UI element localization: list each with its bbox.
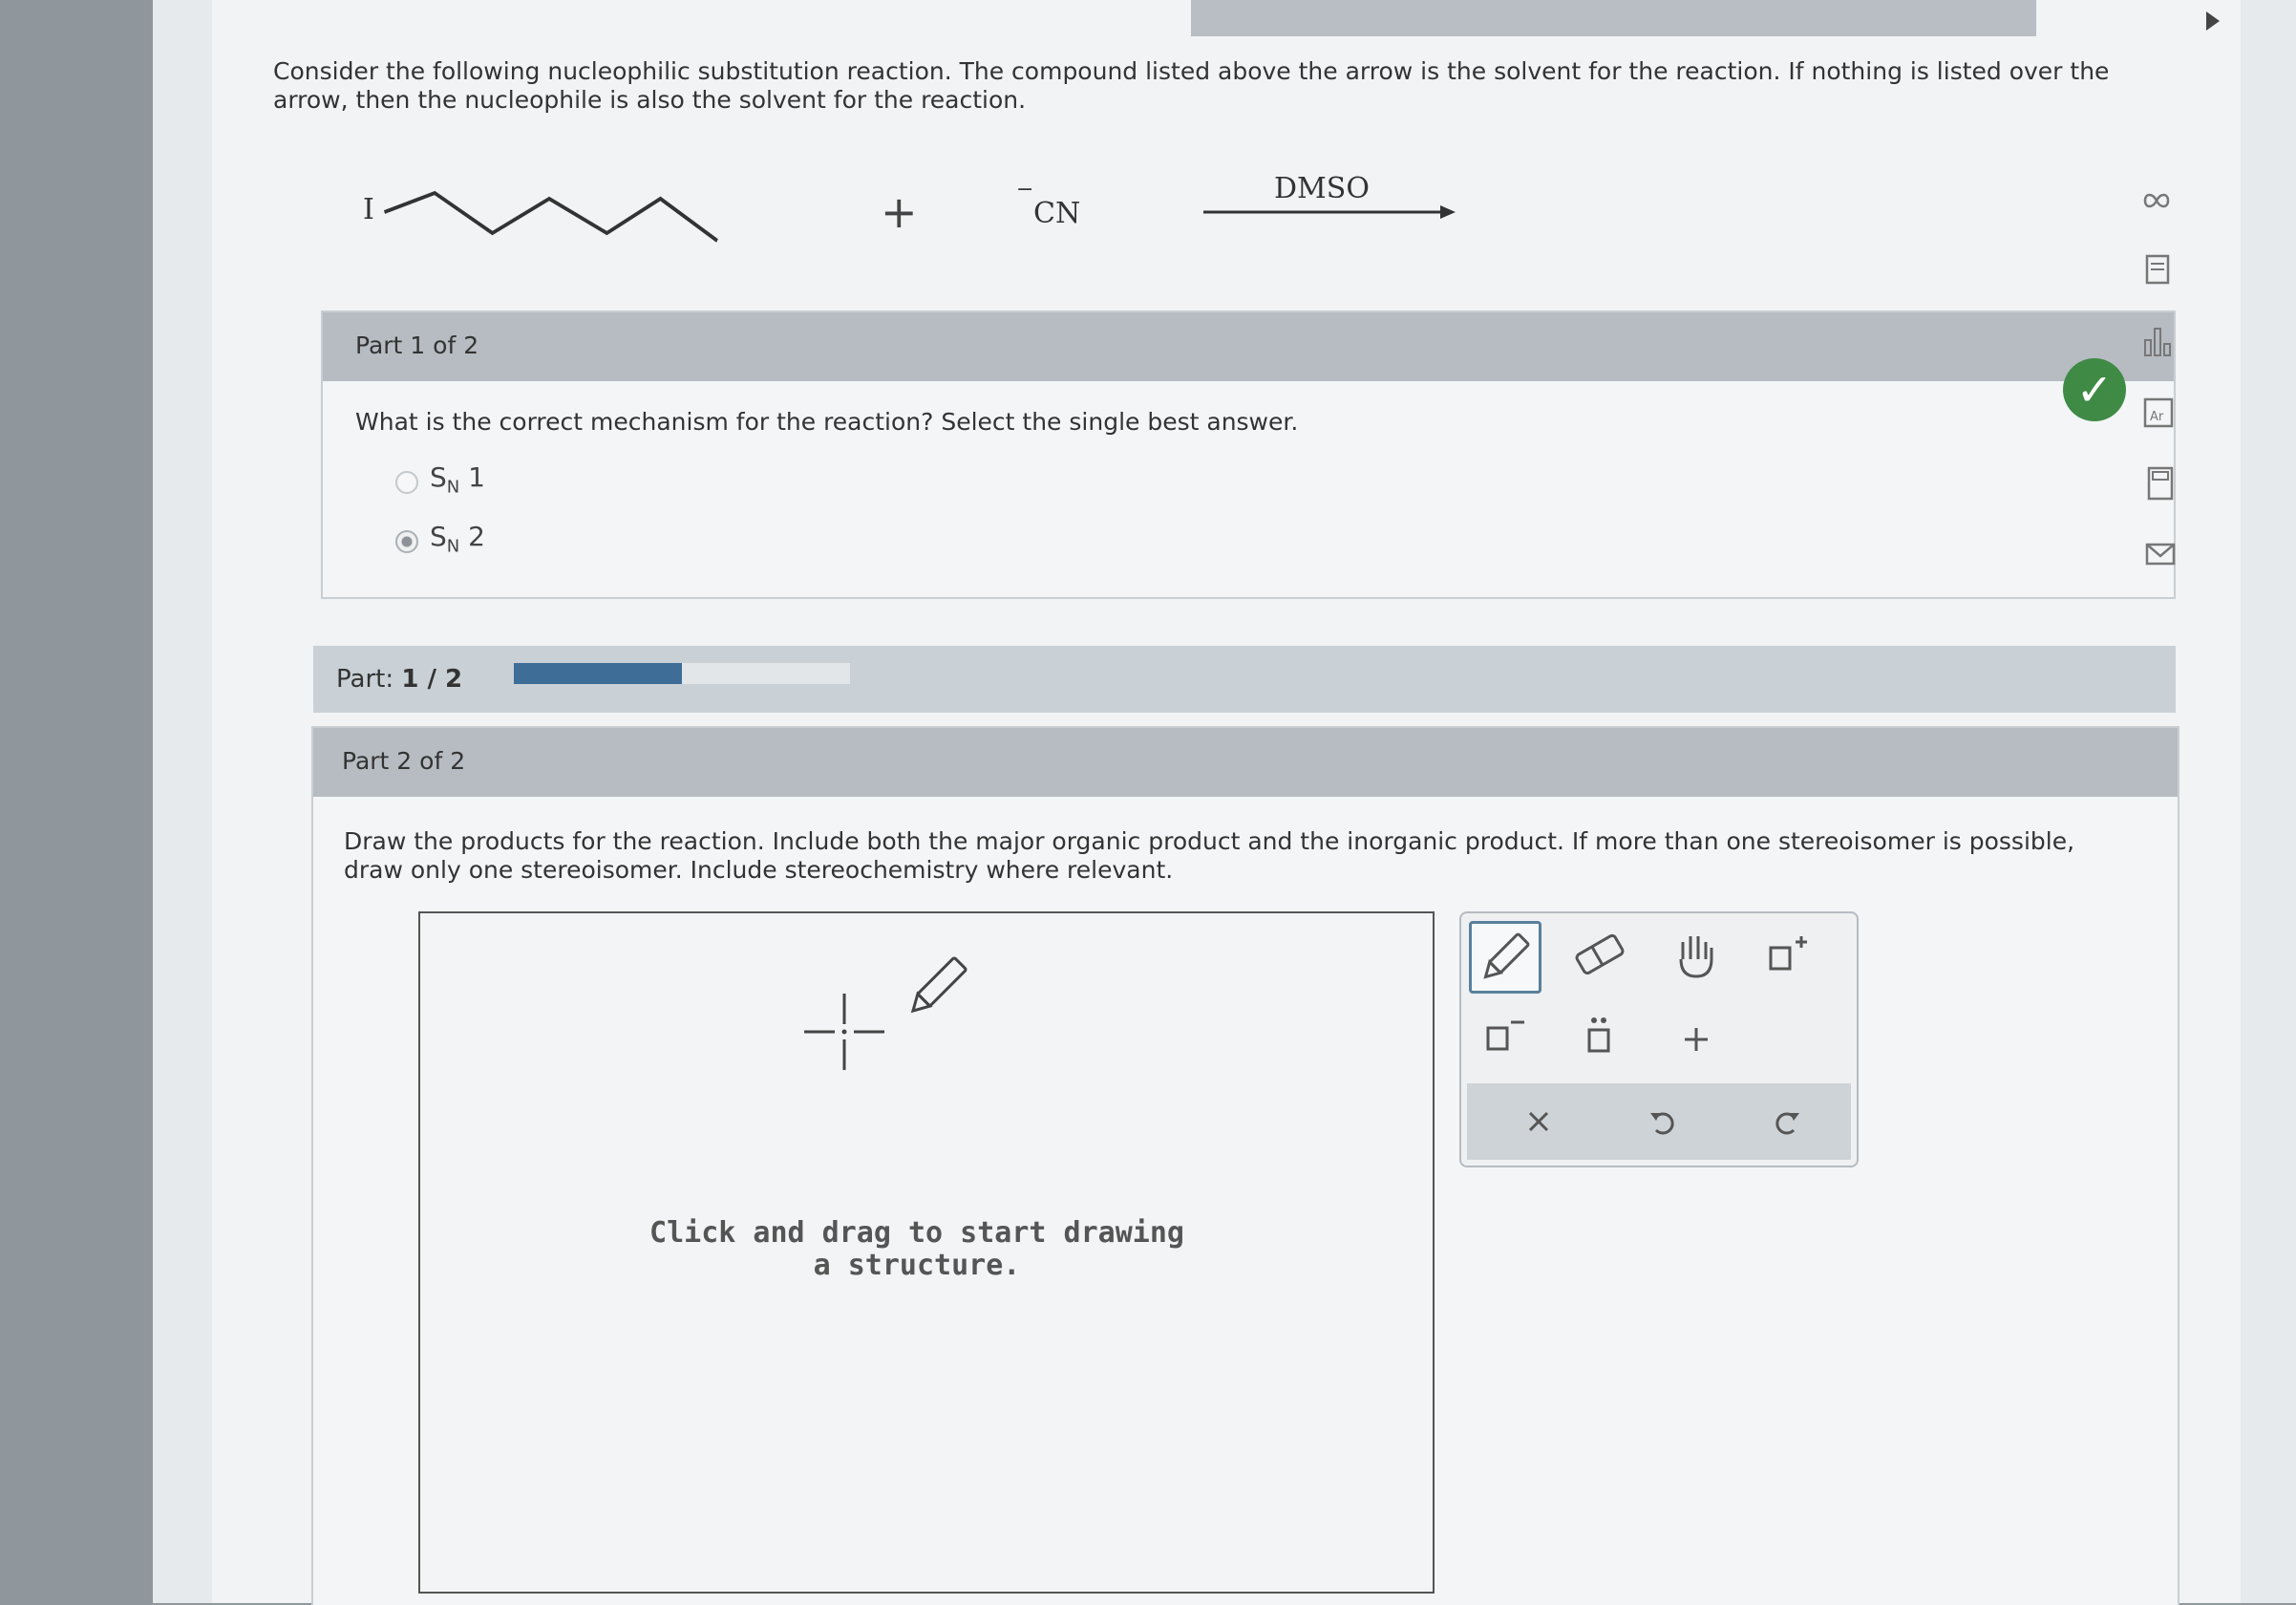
pencil-cursor-icon xyxy=(910,956,967,1014)
lone-pair-icon xyxy=(1587,1017,1610,1053)
hand-icon xyxy=(1679,936,1713,978)
part2-question: Draw the products for the reaction. Incl… xyxy=(344,827,2075,884)
toolbar-actions xyxy=(1467,1083,1851,1160)
expand-arrow-icon[interactable] xyxy=(2206,11,2220,31)
screen: Consider the following nucleophilic subs… xyxy=(153,0,2296,1605)
eraser-icon xyxy=(1575,933,1625,975)
undo-button[interactable] xyxy=(1629,1088,1696,1155)
pencil-tool[interactable] xyxy=(1469,921,1541,994)
drawing-toolbar xyxy=(1459,911,1859,1167)
eraser-tool[interactable] xyxy=(1566,921,1633,988)
mail-icon xyxy=(2145,543,2176,566)
part2-panel: Part 2 of 2 Draw the products for the re… xyxy=(311,726,2179,1605)
plus-icon xyxy=(1685,1028,1708,1051)
book-button[interactable] xyxy=(2139,250,2178,289)
hand-tool[interactable] xyxy=(1662,921,1729,988)
plus-tool[interactable] xyxy=(1662,1003,1729,1070)
calculator-icon xyxy=(2147,466,2174,501)
charge-minus-icon xyxy=(1486,1020,1524,1051)
option-sn2[interactable]: SN 2 xyxy=(395,521,586,559)
charge-minus-tool[interactable] xyxy=(1469,1003,1536,1070)
part1-header: Part 1 of 2 xyxy=(323,312,2174,381)
infinity-button[interactable] xyxy=(2137,182,2176,220)
nucleophile: CN xyxy=(1033,197,1081,230)
part1-question: What is the correct mechanism for the re… xyxy=(355,408,1299,436)
pencil-icon xyxy=(1483,932,1530,979)
iodine-atom: I xyxy=(363,193,374,226)
radio-sn1[interactable] xyxy=(395,471,418,494)
part-progress: Part: 1 / 2 xyxy=(313,646,2176,713)
book-icon xyxy=(2145,254,2170,285)
option-sn1[interactable]: SN 1 xyxy=(395,461,586,500)
nucleophile-charge: − xyxy=(1016,178,1034,202)
progress-bar xyxy=(514,663,850,684)
option-sn2-label: SN 2 xyxy=(430,521,485,557)
charge-plus-icon xyxy=(1769,936,1807,971)
redo-button[interactable] xyxy=(1754,1088,1820,1155)
redo-icon xyxy=(1775,1112,1799,1135)
top-bar xyxy=(1191,0,2036,36)
substrate-skeleton xyxy=(383,190,718,243)
part1-panel: Part 1 of 2 What is the correct mechanis… xyxy=(321,310,2176,599)
periodic-table-icon: Ar xyxy=(2143,397,2174,428)
bar-chart-icon xyxy=(2144,328,2171,356)
lone-pair-tool[interactable] xyxy=(1566,1003,1633,1070)
progress-label: Part: 1 / 2 xyxy=(336,665,463,694)
periodic-table-button[interactable]: Ar xyxy=(2139,394,2178,432)
undo-icon xyxy=(1650,1112,1674,1135)
plus-sign: + xyxy=(881,186,918,238)
correct-check-icon: ✓ xyxy=(2063,358,2126,421)
infinity-icon xyxy=(2143,193,2170,208)
charge-plus-tool[interactable] xyxy=(1755,921,1822,988)
canvas-hint: Click and drag to start drawing a struct… xyxy=(649,1216,1184,1282)
calculator-button[interactable] xyxy=(2141,464,2179,503)
part2-header: Part 2 of 2 xyxy=(313,728,2178,797)
svg-text:Ar: Ar xyxy=(2150,410,2164,424)
instructions: Consider the following nucleophilic subs… xyxy=(273,57,2110,114)
clear-icon xyxy=(1528,1111,1549,1132)
option-sn1-label: SN 1 xyxy=(430,461,485,498)
drawing-canvas[interactable]: Click and drag to start drawing a struct… xyxy=(418,911,1435,1594)
clear-button[interactable] xyxy=(1505,1088,1572,1155)
chart-button[interactable] xyxy=(2139,323,2178,361)
reaction-arrow xyxy=(1203,205,1456,219)
main-content: Consider the following nucleophilic subs… xyxy=(212,0,2241,1605)
progress-bar-fill xyxy=(514,663,682,684)
mail-button[interactable] xyxy=(2141,535,2179,573)
radio-sn2[interactable] xyxy=(395,530,418,553)
